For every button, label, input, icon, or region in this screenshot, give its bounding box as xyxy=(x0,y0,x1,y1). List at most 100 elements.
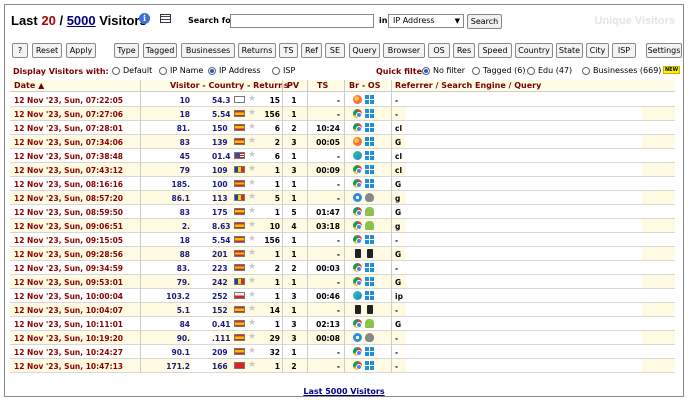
toolbar-button-se[interactable]: SE xyxy=(325,43,345,58)
visitor-ip-start[interactable]: 88 xyxy=(144,250,190,259)
star-icon[interactable]: ★ xyxy=(248,332,256,342)
toolbar-button-query[interactable]: Query xyxy=(349,43,380,58)
toolbar-button-tagged[interactable]: Tagged xyxy=(143,43,177,58)
radio-edu[interactable] xyxy=(527,67,535,75)
visitor-ip-start[interactable]: 185. xyxy=(144,180,190,189)
toolbar-button-ts[interactable]: TS xyxy=(279,43,298,58)
visitor-ip-start[interactable]: 171.2 xyxy=(144,362,190,371)
table-row[interactable]: 12 Nov '23, Sun, 09:34:59 83. 223 ★ 2 2 00:03 - xyxy=(10,261,675,275)
table-row[interactable]: 12 Nov '23, Sun, 08:59:50 83 175 ★ 1 5 01:47 G xyxy=(10,205,675,219)
visit-date[interactable]: 12 Nov '23, Sun, 07:28:01 xyxy=(14,124,123,133)
star-icon[interactable]: ★ xyxy=(248,94,256,104)
visit-date[interactable]: 12 Nov '23, Sun, 10:19:20 xyxy=(14,334,123,343)
toolbar-button-apply[interactable]: Apply xyxy=(66,43,96,58)
star-icon[interactable]: ★ xyxy=(248,178,256,188)
table-row[interactable]: 12 Nov '23, Sun, 08:16:16 185. 100 ★ 1 1 - G xyxy=(10,177,675,191)
toolbar-button-reset[interactable]: Reset xyxy=(32,43,62,58)
table-row[interactable]: 12 Nov '23, Sun, 07:38:48 45 01.4 ★ 6 1 - cl xyxy=(10,149,675,163)
visit-date[interactable]: 12 Nov '23, Sun, 10:24:27 xyxy=(14,348,123,357)
option-ip-name[interactable]: IP Name xyxy=(170,66,203,75)
referrer[interactable]: G xyxy=(395,278,405,287)
visitor-ip-end[interactable]: 109 xyxy=(212,166,232,175)
visitor-ip-end[interactable]: 0.41 xyxy=(212,320,232,329)
table-row[interactable]: 12 Nov '23, Sun, 09:06:51 2. 8.63 ★ 10 4 03:18… xyxy=(10,219,675,233)
toolbar-button-returns[interactable]: Returns xyxy=(238,43,276,58)
table-row[interactable]: 12 Nov '23, Sun, 09:53:01 79. 242 ★ 1 1 - G xyxy=(10,275,675,289)
visit-date[interactable]: 12 Nov '23, Sun, 08:57:20 xyxy=(14,194,123,203)
visitor-ip-end[interactable]: 166 xyxy=(212,362,232,371)
visitor-ip-start[interactable]: 10 xyxy=(144,96,190,105)
radio-default[interactable] xyxy=(112,67,120,75)
visitor-ip-start[interactable]: 83 xyxy=(144,138,190,147)
star-icon[interactable]: ★ xyxy=(248,234,256,244)
col-pv[interactable]: PV xyxy=(287,81,299,90)
table-row[interactable]: 12 Nov '23, Sun, 09:28:56 88 201 ★ 1 1 - G xyxy=(10,247,675,261)
help-button[interactable]: ? xyxy=(12,43,28,58)
referrer[interactable]: - xyxy=(395,306,405,315)
visit-date[interactable]: 12 Nov '23, Sun, 07:27:06 xyxy=(14,110,123,119)
table-row[interactable]: 12 Nov '23, Sun, 08:57:20 86.1 113 ★ 5 1 - g xyxy=(10,191,675,205)
visitor-ip-start[interactable]: 5.1 xyxy=(144,306,190,315)
visitor-ip-start[interactable]: 84 xyxy=(144,320,190,329)
toolbar-button-isp[interactable]: ISP xyxy=(612,43,636,58)
col-browser-os[interactable]: Br - OS xyxy=(349,81,381,90)
table-row[interactable]: 12 Nov '23, Sun, 07:34:06 83 139 ★ 2 3 00:05 G xyxy=(10,135,675,149)
radio-no-filter[interactable] xyxy=(422,67,430,75)
visitor-ip-end[interactable]: 139 xyxy=(212,138,232,147)
info-icon[interactable]: i xyxy=(139,13,150,24)
visit-date[interactable]: 12 Nov '23, Sun, 09:15:05 xyxy=(14,236,123,245)
star-icon[interactable]: ★ xyxy=(248,192,256,202)
toolbar-button-settings[interactable]: Settings xyxy=(646,43,682,58)
referrer[interactable]: - xyxy=(395,348,405,357)
visitor-ip-start[interactable]: 2. xyxy=(144,222,190,231)
visitor-ip-start[interactable]: 18 xyxy=(144,236,190,245)
star-icon[interactable]: ★ xyxy=(248,220,256,230)
star-icon[interactable]: ★ xyxy=(248,346,256,356)
radio-tagged[interactable] xyxy=(472,67,480,75)
visitor-ip-end[interactable]: 152 xyxy=(212,306,232,315)
visit-date[interactable]: 12 Nov '23, Sun, 07:34:06 xyxy=(14,138,123,147)
option-isp[interactable]: ISP xyxy=(283,66,295,75)
referrer[interactable]: G xyxy=(395,180,405,189)
table-row[interactable]: 12 Nov '23, Sun, 10:04:07 5.1 152 ★ 14 1 - - xyxy=(10,303,675,317)
visitor-ip-start[interactable]: 90. xyxy=(144,334,190,343)
filter-edu[interactable]: Edu (47) xyxy=(538,66,572,75)
referrer[interactable]: - xyxy=(395,110,405,119)
table-row[interactable]: 12 Nov '23, Sun, 07:27:06 18 5.54 ★ 156 1 - - xyxy=(10,107,675,121)
visitor-ip-end[interactable]: 150 xyxy=(212,124,232,133)
toolbar-button-state[interactable]: State xyxy=(556,43,583,58)
last-5000-visitors-link[interactable]: Last 5000 Visitors xyxy=(303,387,384,396)
star-icon[interactable]: ★ xyxy=(248,122,256,132)
table-row[interactable]: 12 Nov '23, Sun, 10:24:27 90.1 209 ★ 32 1 - - xyxy=(10,345,675,359)
referrer[interactable]: - xyxy=(395,362,405,371)
filter-businesses[interactable]: Businesses (669) xyxy=(593,66,661,75)
referrer[interactable]: g xyxy=(395,222,405,231)
search-field-select[interactable]: IP Address ▼ xyxy=(388,14,464,28)
visitor-ip-start[interactable]: 79. xyxy=(144,278,190,287)
visit-date[interactable]: 12 Nov '23, Sun, 10:11:01 xyxy=(14,320,123,329)
visitor-ip-start[interactable]: 81. xyxy=(144,124,190,133)
visitor-ip-start[interactable]: 18 xyxy=(144,110,190,119)
referrer[interactable]: - xyxy=(395,96,405,105)
referrer[interactable]: G xyxy=(395,138,405,147)
star-icon[interactable]: ★ xyxy=(248,136,256,146)
table-row[interactable]: 12 Nov '23, Sun, 07:22:05 10 54.3 ★ 15 1 - - xyxy=(10,93,675,107)
col-date[interactable]: Date ▲ xyxy=(14,81,44,90)
star-icon[interactable]: ★ xyxy=(248,248,256,258)
option-default[interactable]: Default xyxy=(123,66,152,75)
visitor-ip-end[interactable]: 5.54 xyxy=(212,110,232,119)
search-input[interactable] xyxy=(230,14,374,28)
visitor-ip-end[interactable]: 113 xyxy=(212,194,232,203)
visitor-ip-end[interactable]: 242 xyxy=(212,278,232,287)
toolbar-button-city[interactable]: City xyxy=(586,43,609,58)
option-ip-address[interactable]: IP Address xyxy=(219,66,261,75)
toolbar-button-country[interactable]: Country xyxy=(515,43,553,58)
referrer[interactable]: - xyxy=(395,334,405,343)
toolbar-button-browser[interactable]: Browser xyxy=(383,43,425,58)
radio-isp[interactable] xyxy=(272,67,280,75)
visit-date[interactable]: 12 Nov '23, Sun, 09:06:51 xyxy=(14,222,123,231)
star-icon[interactable]: ★ xyxy=(248,150,256,160)
referrer[interactable]: - xyxy=(395,236,405,245)
visitor-ip-end[interactable]: 01.4 xyxy=(212,152,232,161)
visit-date[interactable]: 12 Nov '23, Sun, 08:59:50 xyxy=(14,208,123,217)
